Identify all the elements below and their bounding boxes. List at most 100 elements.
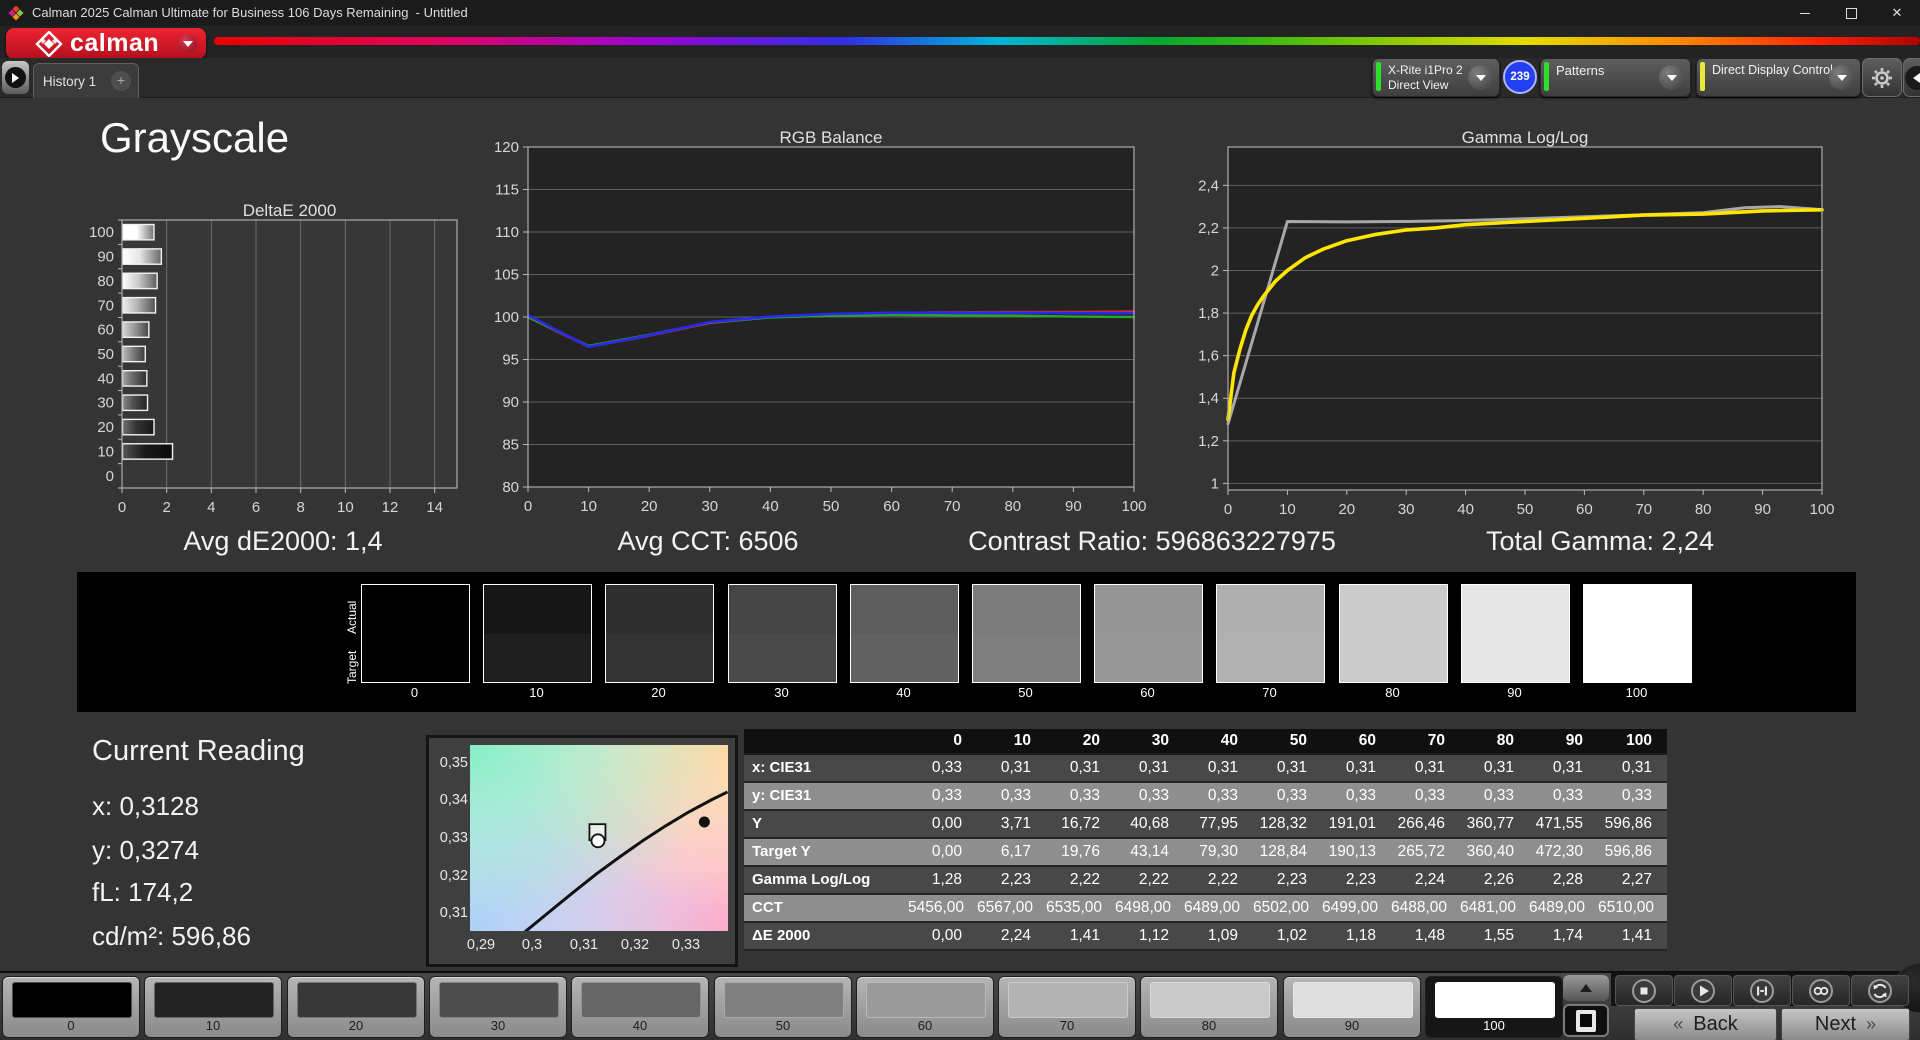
strip-swatch-60 [1094, 584, 1203, 683]
measurement-count-badge[interactable]: 239 [1503, 60, 1537, 94]
table-header-cell: 90 [1565, 732, 1583, 749]
strip-swatch-target [1584, 633, 1691, 682]
table-cell: 471,55 [1535, 815, 1583, 832]
strip-swatch-actual [606, 585, 713, 634]
strip-swatch-target [484, 633, 591, 682]
minimize-button[interactable] [1782, 0, 1828, 26]
stop-button[interactable] [1615, 975, 1673, 1006]
table-cell: 360,40 [1466, 843, 1514, 860]
strip-swatch-10 [483, 584, 592, 683]
pattern-patch-label: 40 [632, 1018, 648, 1033]
table-cell: 1,09 [1207, 927, 1238, 944]
table-cell: 0,33 [931, 759, 962, 776]
calman-menu-button[interactable]: calman [6, 28, 206, 59]
pattern-patch-70[interactable]: 70 [998, 976, 1136, 1038]
add-layout-tab-button[interactable]: + [104, 63, 139, 98]
strip-swatch-actual [973, 585, 1080, 634]
pattern-patch-label: 30 [490, 1018, 506, 1033]
strip-swatch-30 [728, 584, 837, 683]
svg-text:20: 20 [641, 498, 658, 515]
settings-button[interactable] [1862, 58, 1902, 97]
layout-nav-button[interactable] [2, 61, 29, 94]
table-header-cell: 60 [1358, 732, 1376, 749]
meter-dropdown[interactable]: X-Rite i1Pro 2 Direct View [1372, 58, 1500, 97]
svg-text:1,8: 1,8 [1198, 305, 1219, 322]
cie-overlay [523, 790, 728, 931]
svg-text:115: 115 [495, 182, 519, 199]
strip-swatch-label: 10 [529, 685, 544, 700]
pattern-patch-90[interactable]: 90 [1283, 976, 1421, 1038]
table-cell: 0,31 [1345, 759, 1376, 776]
pattern-patch-label: 90 [1344, 1018, 1360, 1033]
collapse-panel-button[interactable] [1903, 58, 1920, 97]
pattern-patch-swatch [154, 982, 274, 1018]
calman-logo-text: calman [70, 29, 160, 57]
table-header-row: 0 10 20 30 40 50 60 70 80 90 100 [744, 729, 1667, 755]
table-cell: 0,31 [1207, 759, 1238, 776]
stat-contrast-ratio: Contrast Ratio: 596863227975 [968, 526, 1336, 556]
tab-history-1[interactable]: History 1 [33, 63, 106, 98]
pattern-window-button[interactable] [1563, 1004, 1609, 1037]
cie-x-tick-label: 0,32 [620, 937, 650, 953]
strip-swatch-target [362, 633, 469, 682]
pattern-patch-0[interactable]: 0 [2, 976, 140, 1038]
interval-button[interactable] [1733, 975, 1791, 1006]
svg-text:80: 80 [97, 273, 114, 290]
strip-swatch-actual [1584, 585, 1691, 634]
table-cell: 19,76 [1061, 843, 1100, 860]
daylight-locus-curve [523, 790, 728, 931]
svg-text:100: 100 [1809, 501, 1834, 517]
strip-swatch-actual [1095, 585, 1202, 634]
cie-x-tick-label: 0,33 [671, 937, 701, 953]
table-header-cell: 50 [1289, 732, 1307, 749]
table-cell: 6567,00 [977, 899, 1034, 916]
close-button[interactable]: ✕ [1874, 0, 1920, 26]
svg-text:30: 30 [701, 498, 718, 515]
chevron-down-icon [1659, 65, 1684, 90]
pattern-patch-80[interactable]: 80 [1140, 976, 1278, 1038]
pattern-patch-30[interactable]: 30 [429, 976, 567, 1038]
calman-menu-arrow-icon [178, 34, 197, 53]
pattern-patch-40[interactable]: 40 [571, 976, 709, 1038]
svg-text:0: 0 [118, 499, 126, 516]
strip-swatch-target [1462, 633, 1569, 682]
continuous-button[interactable] [1792, 975, 1850, 1006]
svg-text:2,4: 2,4 [1198, 177, 1219, 194]
strip-swatch-actual [1217, 585, 1324, 634]
restore-button[interactable] [1828, 0, 1874, 26]
pattern-patch-10[interactable]: 10 [144, 976, 282, 1038]
actual-row-label: Actual [345, 600, 359, 634]
table-cell: 360,77 [1466, 815, 1514, 832]
window-titlebar: Calman 2025 Calman Ultimate for Business… [0, 0, 1920, 26]
svg-text:30: 30 [97, 395, 114, 412]
patterns-dropdown[interactable]: Patterns [1540, 58, 1691, 97]
table-cell: 43,14 [1130, 843, 1169, 860]
table-row-label: x: CIE31 [752, 759, 812, 776]
pattern-patch-20[interactable]: 20 [287, 976, 425, 1038]
table-row-label: y: CIE31 [752, 787, 812, 804]
pattern-patch-100[interactable]: 100 [1425, 976, 1563, 1038]
refresh-button[interactable] [1851, 975, 1909, 1006]
strip-swatch-target [973, 633, 1080, 682]
deltae-bar-40 [121, 369, 148, 387]
pattern-patch-swatch [297, 982, 417, 1018]
back-button[interactable]: « Back [1634, 1008, 1777, 1040]
svg-text:10: 10 [97, 443, 114, 460]
current-reading-fl: fL: 174,2 [92, 877, 194, 907]
expand-patterns-button[interactable] [1563, 975, 1609, 1001]
svg-text:80: 80 [502, 479, 519, 496]
pattern-patch-50[interactable]: 50 [714, 976, 852, 1038]
pattern-patch-60[interactable]: 60 [856, 976, 994, 1038]
svg-text:110: 110 [495, 224, 519, 241]
play-button[interactable] [1674, 975, 1732, 1006]
table-cell: 128,32 [1259, 815, 1307, 832]
svg-text:0: 0 [106, 468, 114, 485]
table-row: x: CIE31 0,33 0,31 0,31 0,31 0,31 0,31 0,31 0,31… [744, 755, 1667, 783]
next-button[interactable]: Next » [1781, 1008, 1910, 1040]
strip-swatch-label: 40 [896, 685, 911, 700]
stat-avg-cct: Avg CCT: 6506 [617, 526, 799, 556]
strip-swatch-actual [729, 585, 836, 634]
display-control-dropdown[interactable]: Direct Display Control [1696, 58, 1861, 97]
stat-total-gamma: Total Gamma: 2,24 [1485, 526, 1715, 556]
strip-swatch-label: 80 [1385, 685, 1400, 700]
